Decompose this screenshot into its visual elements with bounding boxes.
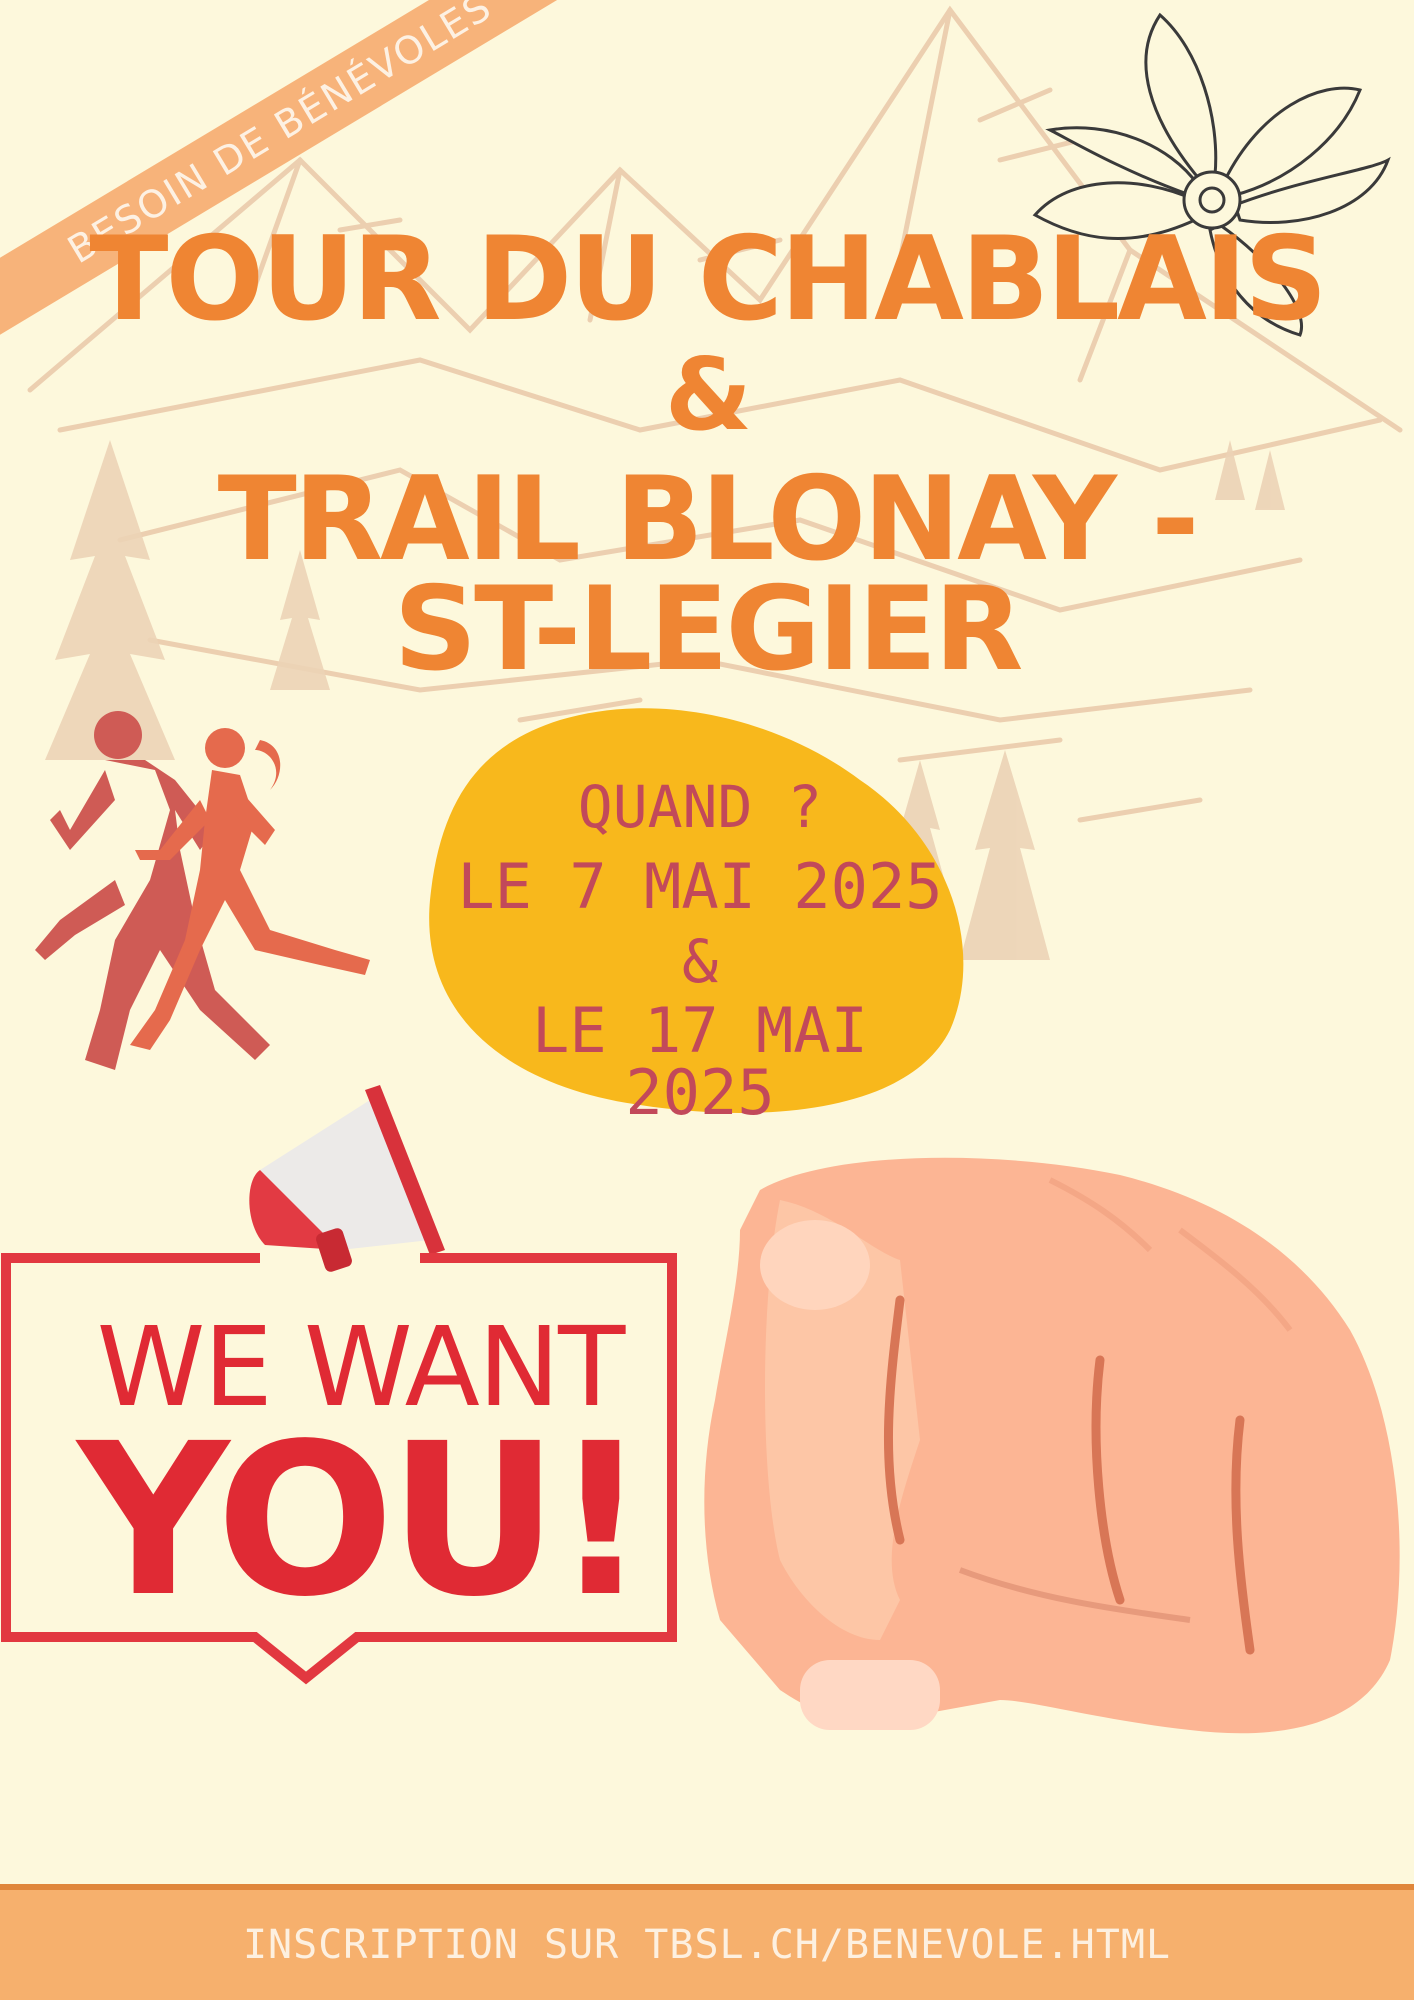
date-second: LE 17 MAI 2025	[532, 994, 868, 1129]
title-line-3: TRAIL BLONAY -	[217, 452, 1200, 587]
megaphone-icon	[249, 1085, 445, 1272]
registration-link[interactable]: INSCRIPTION SUR TBSL.CH/BENEVOLE.HTML	[243, 1922, 1171, 1968]
callout-line-2: YOU!	[77, 1398, 648, 1643]
title-line-4: ST-LEGIER	[393, 562, 1024, 697]
title-line-2: &	[664, 336, 752, 453]
date-first: LE 7 MAI 2025	[457, 850, 943, 923]
dates-ampersand: &	[681, 927, 719, 997]
pointing-hand	[704, 1157, 1400, 1734]
footer-bar: INSCRIPTION SUR TBSL.CH/BENEVOLE.HTML	[0, 1884, 1414, 2000]
title-line-1: TOUR DU CHABLAIS	[89, 212, 1327, 347]
runners-silhouette	[35, 711, 370, 1070]
dates-question: QUAND ?	[577, 773, 823, 841]
